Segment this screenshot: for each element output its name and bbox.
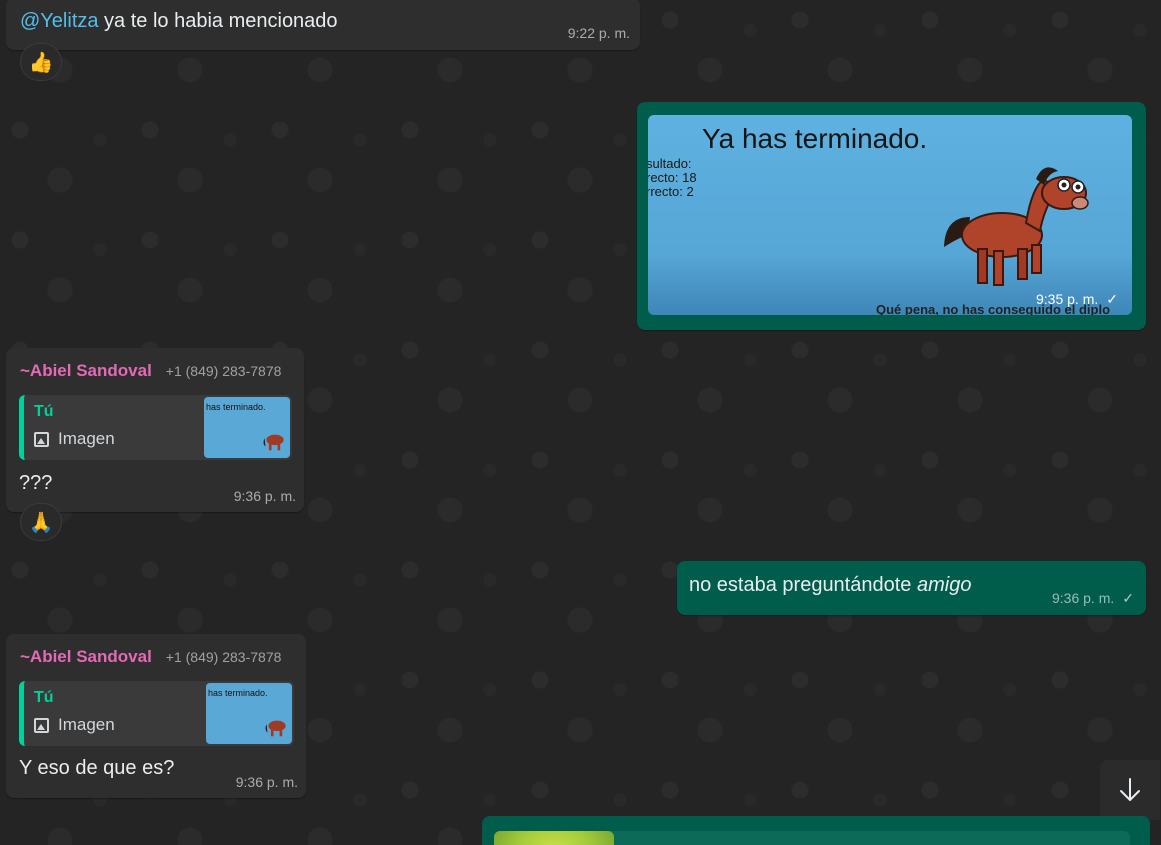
quoted-message[interactable]: Tú Imagen has terminado. bbox=[19, 681, 294, 746]
message-image[interactable]: Ya has terminado. sultado: recto: 18 rre… bbox=[648, 115, 1132, 315]
message-time: 9:35 p. m. ✓ bbox=[1036, 291, 1118, 307]
message-text: @Yelitza ya te lo habia mencionado bbox=[20, 10, 338, 32]
message-bubble-outgoing-image[interactable]: Ya has terminado. sultado: recto: 18 rre… bbox=[637, 102, 1146, 330]
message-header: ~Abiel Sandoval +1 (849) 283-7878 bbox=[20, 647, 281, 667]
message-header: ~Abiel Sandoval +1 (849) 283-7878 bbox=[20, 361, 281, 381]
image-icon bbox=[34, 717, 49, 733]
message-bubble-outgoing-image[interactable] bbox=[482, 816, 1150, 845]
sender-name[interactable]: ~Abiel Sandoval bbox=[20, 361, 152, 380]
message-text: ??? bbox=[19, 472, 53, 494]
message-time: 9:36 p. m. bbox=[233, 488, 296, 504]
message-bubble-incoming-reply[interactable]: ~Abiel Sandoval +1 (849) 283-7878 Tú Imag… bbox=[6, 634, 306, 798]
single-check-icon: ✓ bbox=[1122, 590, 1134, 606]
thumbs-up-icon: 👍 bbox=[28, 51, 54, 74]
message-image-thumbnail bbox=[494, 831, 614, 845]
image-title-text: Ya has terminado. bbox=[702, 123, 928, 154]
mention-link[interactable]: @Yelitza bbox=[20, 10, 99, 32]
quote-thumbnail: has terminado. bbox=[204, 397, 290, 458]
message-bubble-incoming[interactable]: @Yelitza ya te lo habia mencionado 9:22 … bbox=[6, 0, 640, 50]
quote-type: Imagen bbox=[34, 429, 115, 449]
reaction-badge[interactable]: 🙏 bbox=[20, 503, 62, 541]
message-time: 9:22 p. m. bbox=[567, 25, 630, 41]
message-time: 9:36 p. m. bbox=[235, 774, 298, 790]
message-bubble-outgoing[interactable]: no estaba preguntándote amigo 9:36 p. m.… bbox=[677, 561, 1146, 615]
quote-author: Tú bbox=[34, 403, 54, 420]
reaction-badge[interactable]: 👍 bbox=[20, 43, 62, 81]
scroll-to-bottom-button[interactable] bbox=[1100, 760, 1160, 820]
quote-type: Imagen bbox=[34, 715, 115, 735]
arrow-down-icon bbox=[1120, 778, 1140, 801]
horse-illustration bbox=[944, 167, 1089, 286]
message-text: Y eso de que es? bbox=[19, 757, 175, 779]
quoted-message[interactable]: Tú Imagen has terminado. bbox=[19, 395, 292, 460]
quote-thumbnail: has terminado. bbox=[206, 683, 292, 744]
quote-author: Tú bbox=[34, 689, 54, 706]
sender-name[interactable]: ~Abiel Sandoval bbox=[20, 647, 152, 666]
image-result-text: sultado: recto: 18 rrecto: 2 bbox=[648, 156, 697, 199]
message-time: 9:36 p. m. ✓ bbox=[1052, 590, 1134, 606]
sender-phone: +1 (849) 283-7878 bbox=[165, 649, 282, 665]
image-icon bbox=[34, 431, 49, 447]
sender-phone: +1 (849) 283-7878 bbox=[165, 363, 282, 379]
message-text: no estaba preguntándote amigo bbox=[689, 574, 972, 596]
single-check-icon: ✓ bbox=[1106, 291, 1118, 307]
message-bubble-incoming-reply[interactable]: ~Abiel Sandoval +1 (849) 283-7878 Tú Imag… bbox=[6, 348, 304, 512]
folded-hands-icon: 🙏 bbox=[28, 511, 54, 534]
